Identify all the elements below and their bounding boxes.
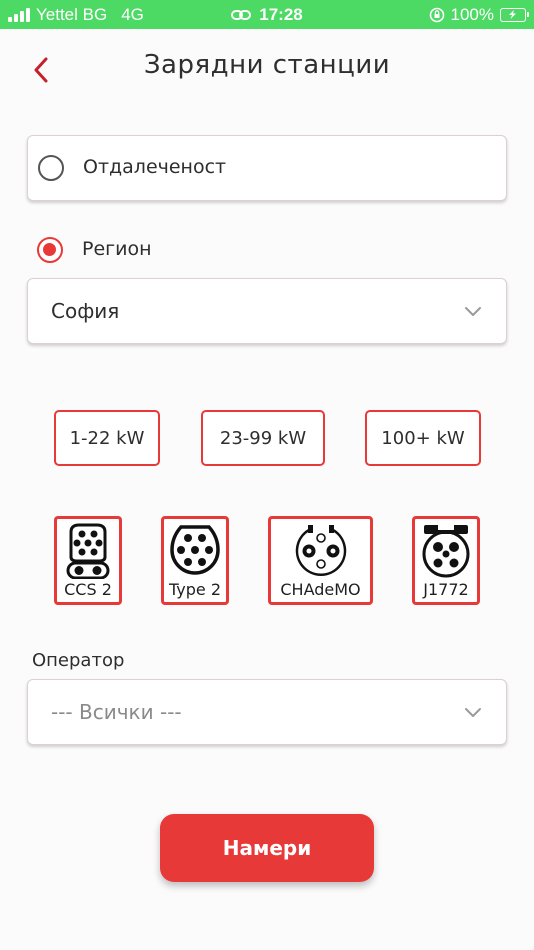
chevron-down-icon [465,708,481,717]
connector-type2-button[interactable]: Type 2 [161,516,229,605]
clock: 17:28 [259,5,303,24]
operator-select[interactable]: --- Всички --- [27,679,507,745]
operator-label: Оператор [32,650,125,671]
connector-chademo-button[interactable]: CHAdeMO [268,516,373,605]
region-select[interactable]: София [27,278,507,344]
signal-strength-icon [8,7,30,22]
distance-label: Отдалеченост [83,156,227,178]
connector-ccs2-label: CCS 2 [64,580,112,599]
connector-j1772-button[interactable]: J1772 [412,516,480,605]
chevron-down-icon [465,307,481,316]
status-bar-left: Yettel BG 4G [8,0,144,29]
network-type: 4G [121,4,144,24]
type2-connector-icon [170,525,220,575]
carrier-name: Yettel BG [36,4,108,24]
region-label: Регион [82,238,152,260]
link-icon [231,9,252,20]
status-bar-right: 100% [429,0,529,29]
chademo-connector-icon [295,525,346,576]
battery-percent: 100% [450,4,494,24]
connector-ccs2-button[interactable]: CCS 2 [54,516,122,605]
power-1-22kw-button[interactable]: 1-22 kW [54,410,160,466]
region-radio[interactable] [37,237,63,263]
page-title: Зарядни станции [143,50,391,80]
orientation-lock-icon [429,7,444,22]
power-23-99kw-button[interactable]: 23-99 kW [201,410,325,466]
connector-type2-label: Type 2 [168,580,221,599]
region-select-value: София [51,299,120,323]
connector-j1772-label: J1772 [423,580,469,599]
operator-select-value: --- Всички --- [51,700,182,724]
j1772-connector-icon [422,525,470,578]
power-100kw-button[interactable]: 100+ kW [365,410,481,466]
distance-option-card[interactable]: Отдалеченост [27,135,507,201]
distance-radio[interactable] [38,155,64,181]
ccs2-connector-icon [66,523,110,579]
battery-icon [500,7,529,22]
search-button[interactable]: Намери [160,814,374,882]
status-bar: Yettel BG 4G 17:28 100% [0,0,534,29]
connector-chademo-label: CHAdeMO [280,580,361,599]
